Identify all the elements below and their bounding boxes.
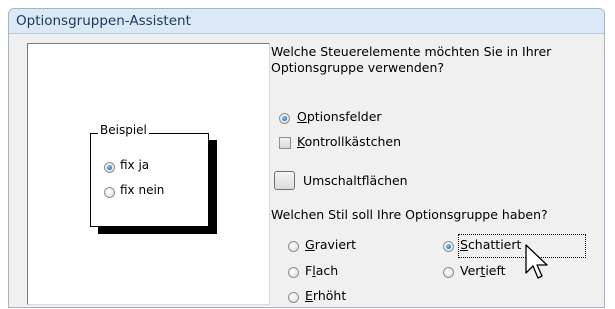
radio-graviert[interactable] [288,241,299,252]
sample-legend: Beispiel [98,123,149,137]
label-umschaltflaechen[interactable]: Umschaltflächen [303,173,408,188]
label-graviert[interactable]: Graviert [305,237,356,252]
window-title: Optionsgruppen-Assistent [16,13,191,29]
label-erhoeht[interactable]: Erhöht [305,288,346,303]
controls-question: Welche Steuerelemente möchten Sie in Ihr… [271,44,552,75]
checkbox-kontrollkaestchen[interactable] [279,137,291,149]
sample-label-fix-nein: fix nein [120,183,165,197]
radio-optionsfelder[interactable] [279,113,290,124]
radio-schattiert[interactable] [443,241,454,252]
title-bar: Optionsgruppen-Assistent [9,9,604,34]
label-schattiert[interactable]: Schattiert [460,237,521,252]
radio-flach[interactable] [288,267,299,278]
arrow-cursor-icon [525,244,548,279]
radio-vertieft[interactable] [443,267,454,278]
toggle-button-umschaltflaechen[interactable] [274,171,295,190]
sample-radio-fix-nein [104,187,115,198]
label-vertieft[interactable]: Vertieft [460,263,506,278]
preview-panel: Beispiel fix ja fix nein [27,43,270,305]
sample-label-fix-ja: fix ja [120,158,150,172]
label-optionsfelder[interactable]: Optionsfelder [297,109,382,124]
sample-option-group [90,133,209,227]
label-kontrollkaestchen[interactable]: Kontrollkästchen [297,134,401,149]
wizard-window: Optionsgruppen-Assistent Beispiel fix ja… [8,8,605,308]
style-question: Welchen Stil soll Ihre Optionsgruppe hab… [271,207,548,222]
label-flach[interactable]: Flach [305,263,338,278]
sample-radio-fix-ja [104,162,115,173]
radio-erhoeht[interactable] [288,292,299,303]
